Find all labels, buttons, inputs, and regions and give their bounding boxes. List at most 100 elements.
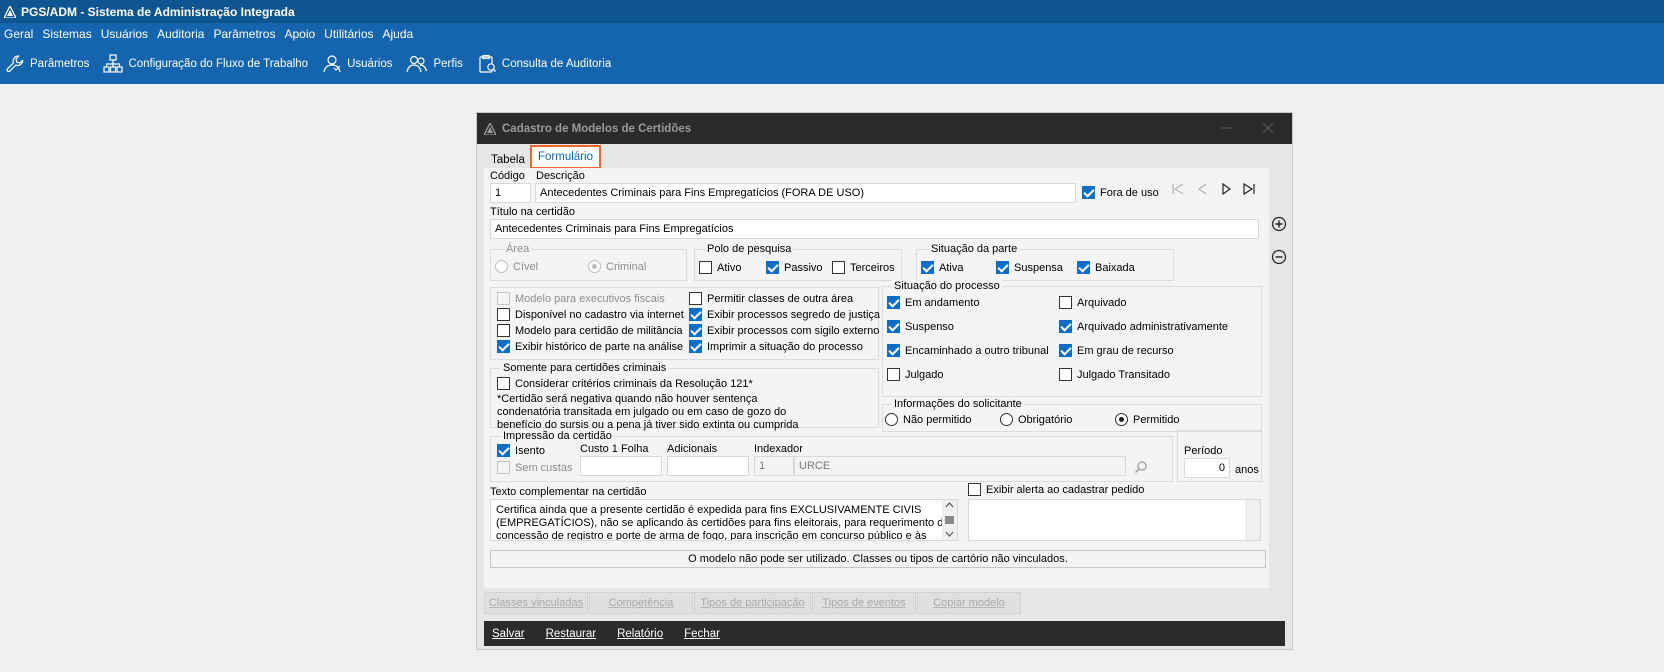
civel-label: Cível (513, 260, 539, 273)
toolbar-auditoria-button[interactable]: Consulta de Auditoria (477, 54, 611, 74)
parte-suspensa-checkbox[interactable]: Suspensa (996, 261, 1063, 274)
historico-parte-box (497, 340, 510, 353)
toolbar-fluxo-button[interactable]: Configuração do Fluxo de Trabalho (103, 54, 308, 74)
periodo-label: Período (1184, 445, 1223, 457)
texto-line-2: (EMPREGATÍCIOS), não se aplicando às cer… (496, 517, 950, 529)
certificate-model-dialog: Cadastro de Modelos de Certidões Tabela … (476, 112, 1293, 650)
proc-arquivado-checkbox[interactable]: Arquivado (1059, 296, 1127, 309)
relatorio-button[interactable]: Relatório (617, 628, 663, 640)
toolbar-perfis-button[interactable]: Perfis (406, 54, 463, 74)
adicionais-label: Adicionais (667, 443, 718, 455)
classes-outra-area-box (689, 292, 702, 305)
scroll-up-icon[interactable] (945, 502, 954, 508)
first-record-icon[interactable] (1170, 181, 1186, 197)
close-icon[interactable] (1260, 120, 1276, 136)
codigo-input[interactable]: 1 (490, 183, 531, 203)
imprimir-situacao-checkbox[interactable]: Imprimir a situação do processo (689, 340, 863, 353)
sem-custas-checkbox[interactable]: Sem custas (497, 461, 572, 474)
restaurar-button[interactable]: Restaurar (546, 628, 597, 640)
subtab-classes-vinculadas[interactable]: Classes vinculadas (484, 592, 588, 614)
historico-parte-checkbox[interactable]: Exibir histórico de parte na análise (497, 340, 683, 353)
proc-arquivado-adm-label: Arquivado administrativamente (1077, 320, 1229, 333)
sem-custas-label: Sem custas (515, 461, 573, 474)
proc-encaminhado-box (887, 344, 900, 357)
subtab-competencia[interactable]: Competência (589, 592, 693, 614)
menu-ajuda[interactable]: Ajuda (379, 27, 419, 41)
solicitante-permitido-radio[interactable]: Permitido (1115, 413, 1179, 426)
alerta-checkbox[interactable]: Exibir alerta ao cadastrar pedido (968, 483, 1144, 496)
isento-box (497, 444, 510, 457)
menu-usuarios[interactable]: Usuários (97, 27, 153, 41)
next-record-icon[interactable] (1218, 181, 1234, 197)
menu-geral[interactable]: Geral (0, 27, 38, 41)
solicitante-nao-radio[interactable]: Não permitido (885, 413, 971, 426)
toolbar-perfis-label: Perfis (433, 58, 463, 70)
toolbar-usuarios-label: Usuários (347, 58, 393, 70)
menu-auditoria[interactable]: Auditoria (153, 27, 209, 41)
area-civel-radio[interactable]: Cível (495, 260, 538, 273)
solicitante-obrigatorio-radio[interactable]: Obrigatório (1000, 413, 1072, 426)
polo-passivo-checkbox[interactable]: Passivo (766, 261, 823, 274)
militancia-checkbox[interactable]: Modelo para certidão de militância (497, 324, 683, 337)
menu-parametros[interactable]: Parâmetros (209, 27, 280, 41)
historico-parte-label: Exibir histórico de parte na análise (515, 340, 684, 353)
periodo-input[interactable]: 0 (1184, 458, 1230, 478)
area-criminal-radio[interactable]: Criminal (588, 260, 646, 273)
fechar-button[interactable]: Fechar (684, 628, 720, 640)
toolbar-usuarios-button[interactable]: Usuários (322, 54, 392, 74)
segredo-justica-checkbox[interactable]: Exibir processos segredo de justiça (689, 308, 880, 321)
criminais-note-1: *Certidão será negativa quando não houve… (497, 393, 758, 405)
previous-record-icon[interactable] (1195, 181, 1211, 197)
classes-outra-area-checkbox[interactable]: Permitir classes de outra área (689, 292, 853, 305)
fora-de-uso-checkbox[interactable]: Fora de uso (1082, 186, 1159, 199)
custo-input[interactable] (580, 456, 662, 476)
proc-encaminhado-checkbox[interactable]: Encaminhado a outro tribunal (887, 344, 1049, 357)
parte-baixada-checkbox[interactable]: Baixada (1077, 261, 1135, 274)
proc-suspenso-checkbox[interactable]: Suspenso (887, 320, 954, 333)
sigilo-externo-checkbox[interactable]: Exibir processos com sigilo externo (689, 324, 879, 337)
descricao-input[interactable]: Antecedentes Criminais para Fins Emprega… (535, 183, 1076, 203)
proc-julgado-checkbox[interactable]: Julgado (887, 368, 944, 381)
executivos-fiscais-checkbox[interactable]: Modelo para executivos fiscais (497, 292, 665, 305)
texto-textarea[interactable]: Certifica ainda que a presente certidão … (490, 499, 958, 541)
proc-arquivado-adm-checkbox[interactable]: Arquivado administrativamente (1059, 320, 1228, 333)
disponivel-internet-checkbox[interactable]: Disponível no cadastro via internet (497, 308, 684, 321)
alerta-textarea[interactable] (968, 499, 1261, 541)
resolucao-121-checkbox[interactable]: Considerar critérios criminais da Resolu… (497, 377, 753, 390)
toolbar-parametros-button[interactable]: Parâmetros (5, 54, 89, 74)
search-icon[interactable] (1134, 460, 1148, 474)
add-icon[interactable] (1271, 216, 1287, 232)
menu-sistemas[interactable]: Sistemas (38, 27, 96, 41)
last-record-icon[interactable] (1241, 181, 1257, 197)
menu-utilitarios[interactable]: Utilitários (320, 27, 378, 41)
indexador-code-input[interactable]: 1 (754, 456, 794, 476)
titulo-input[interactable]: Antecedentes Criminais para Fins Emprega… (490, 219, 1259, 239)
tab-tabela[interactable]: Tabela (491, 150, 525, 169)
texto-scrollbar[interactable] (942, 500, 957, 540)
indexador-name-input[interactable]: URCE (794, 456, 1126, 476)
scroll-thumb[interactable] (945, 516, 954, 524)
polo-ativo-checkbox[interactable]: Ativo (699, 261, 741, 274)
polo-terceiros-checkbox[interactable]: Terceiros (832, 261, 895, 274)
situacao-processo-label: Situação do processo (892, 280, 1002, 292)
tab-formulario[interactable]: Formulário (530, 145, 601, 169)
alerta-scrollbar[interactable] (1245, 500, 1260, 540)
subtab-copiar-modelo[interactable]: Copiar modelo (917, 592, 1021, 614)
parte-suspensa-label: Suspensa (1014, 261, 1063, 274)
adicionais-input[interactable] (667, 456, 749, 476)
subtab-tipos-participacao[interactable]: Tipos de participação (694, 592, 811, 614)
proc-andamento-checkbox[interactable]: Em andamento (887, 296, 980, 309)
imprimir-situacao-box (689, 340, 702, 353)
scroll-down-icon[interactable] (945, 531, 954, 537)
menu-apoio[interactable]: Apoio (280, 27, 320, 41)
solicitante-permitido-dot (1115, 413, 1128, 426)
subtab-tipos-eventos[interactable]: Tipos de eventos (812, 592, 916, 614)
salvar-button[interactable]: Salvar (492, 628, 525, 640)
proc-julgado-transitado-checkbox[interactable]: Julgado Transitado (1059, 368, 1170, 381)
proc-grau-recurso-checkbox[interactable]: Em grau de recurso (1059, 344, 1174, 357)
minimize-icon[interactable] (1218, 120, 1234, 136)
criminais-note-2: condenatória transitada em julgado ou em… (497, 406, 787, 418)
remove-icon[interactable] (1271, 249, 1287, 265)
parte-ativa-checkbox[interactable]: Ativa (921, 261, 963, 274)
isento-checkbox[interactable]: Isento (497, 444, 545, 457)
